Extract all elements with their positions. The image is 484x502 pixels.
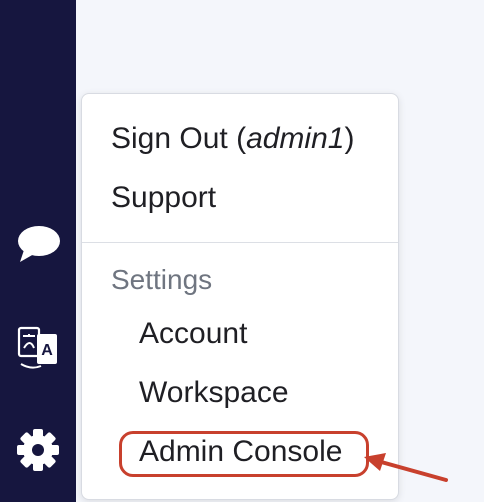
sign-out-close-paren: ) (344, 122, 355, 155)
sign-out-username: admin1 (246, 122, 345, 155)
translate-icon[interactable]: A (12, 320, 64, 372)
settings-section-header: Settings (111, 264, 213, 295)
admin-console-highlight (119, 431, 369, 477)
chat-bubble-icon[interactable] (12, 218, 64, 270)
sign-out-menu-item[interactable]: Sign Out (admin1) (111, 121, 354, 157)
support-menu-item[interactable]: Support (111, 180, 216, 216)
sign-out-label: Sign Out ( (111, 122, 247, 155)
menu-divider (82, 242, 398, 243)
svg-text:A: A (41, 342, 53, 359)
workspace-menu-item[interactable]: Workspace (139, 375, 289, 411)
account-menu-item[interactable]: Account (139, 316, 247, 352)
gear-icon[interactable] (12, 424, 64, 476)
pointer-arrow (364, 453, 448, 482)
sidebar: A (0, 0, 76, 502)
